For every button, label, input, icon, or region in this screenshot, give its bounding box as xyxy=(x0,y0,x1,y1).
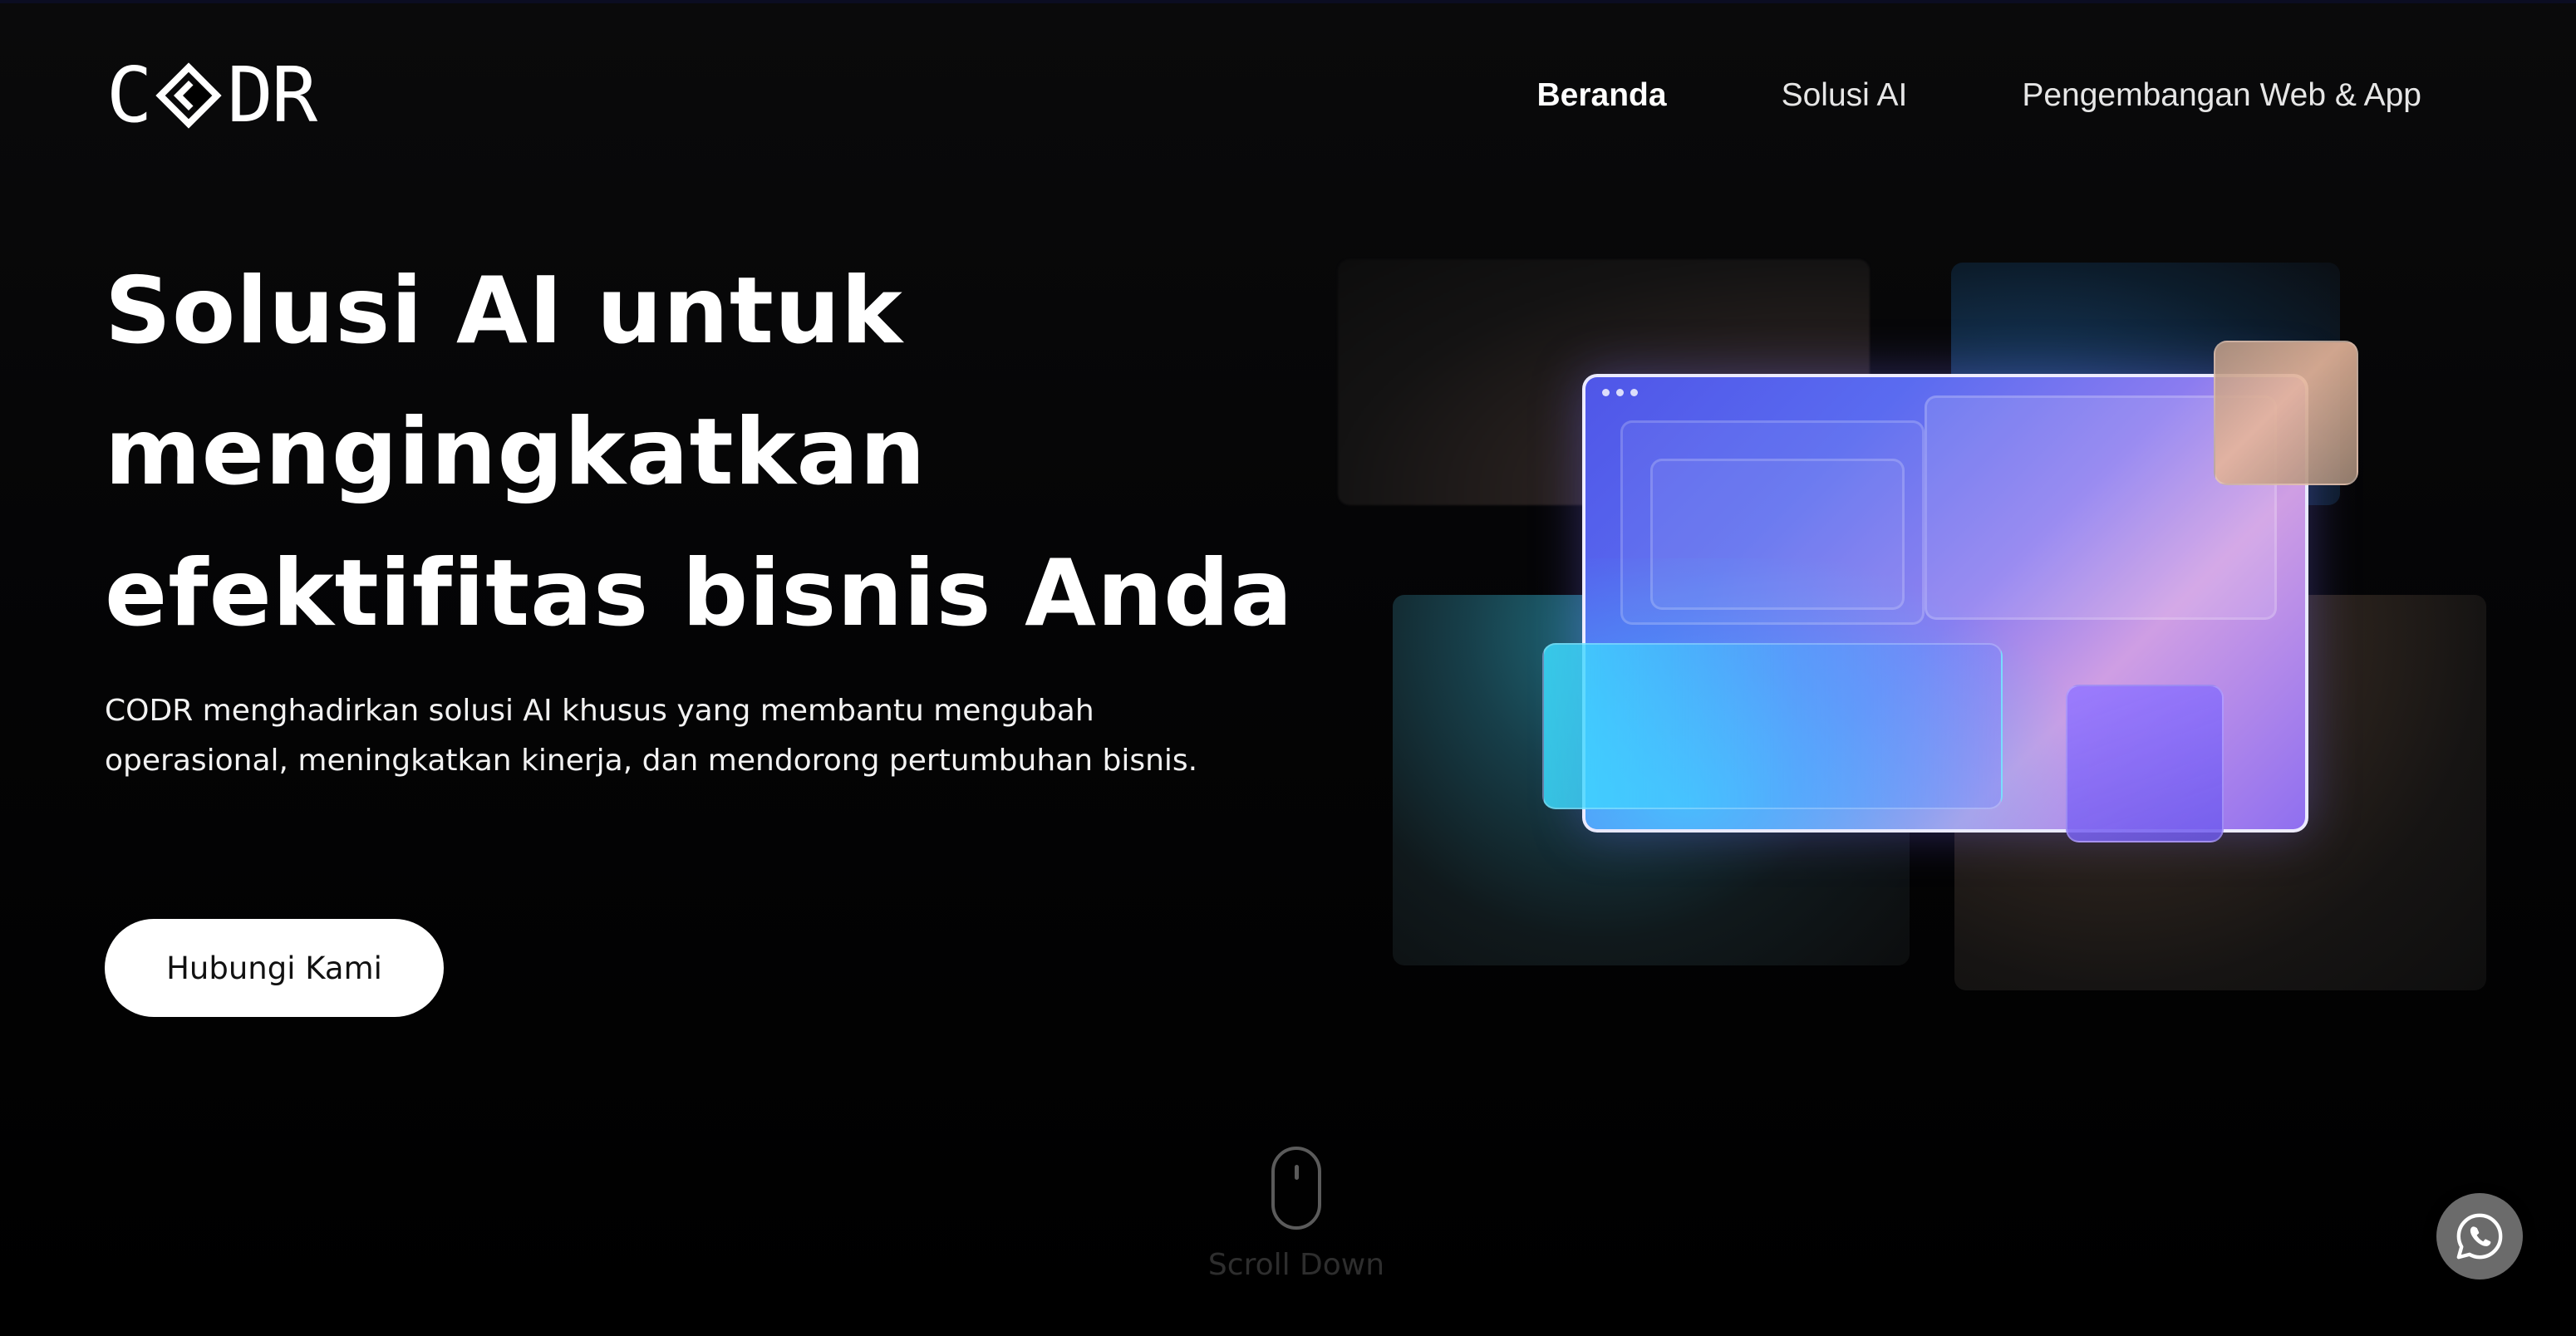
brand-logo[interactable]: C DR xyxy=(106,51,317,140)
hero-title: Solusi AI untuk mengingkatkan efektifita… xyxy=(105,241,1335,665)
hero-title-line-2: mengingkatkan xyxy=(105,399,927,506)
whatsapp-icon xyxy=(2456,1213,2503,1260)
glass-tile-peach xyxy=(2214,341,2358,485)
hero-subtitle-line-2: operasional, meningkatkan kinerja, dan m… xyxy=(105,744,1198,778)
hero-subtitle-line-1: CODR menghadirkan solusi AI khusus yang … xyxy=(105,694,1094,728)
top-edge-line xyxy=(0,0,2576,3)
nav-item-pengembangan-web-app[interactable]: Pengembangan Web & App xyxy=(2022,77,2421,114)
whatsapp-button[interactable] xyxy=(2436,1193,2523,1280)
logo-letters-dr: DR xyxy=(227,51,317,140)
contact-us-button[interactable]: Hubungi Kami xyxy=(105,919,444,1017)
window-dots-icon xyxy=(1602,389,1638,396)
glass-tile-violet xyxy=(2066,685,2224,842)
codr-diamond-logo-icon xyxy=(155,62,223,129)
window-card-inner xyxy=(1650,459,1905,610)
hero-title-line-3: efektifitas bisnis Anda xyxy=(105,540,1294,647)
scroll-down-indicator[interactable]: Scroll Down xyxy=(1188,1147,1404,1282)
nav-item-beranda[interactable]: Beranda xyxy=(1537,77,1667,114)
main-nav: Beranda Solusi AI Pengembangan Web & App xyxy=(1537,70,2421,121)
hero-subtitle: CODR menghadirkan solusi AI khusus yang … xyxy=(105,686,1335,786)
hero-illustration xyxy=(1330,249,2510,1014)
mouse-icon xyxy=(1271,1147,1321,1230)
hero-title-line-1: Solusi AI untuk xyxy=(105,258,903,365)
landing-page: C DR Beranda Solusi AI Pengembangan Web … xyxy=(0,0,2576,1336)
scroll-down-label: Scroll Down xyxy=(1207,1248,1385,1282)
glass-tile-cyan xyxy=(1542,643,2003,809)
logo-letter-c: C xyxy=(106,51,152,140)
nav-item-solusi-ai[interactable]: Solusi AI xyxy=(1782,77,1908,114)
